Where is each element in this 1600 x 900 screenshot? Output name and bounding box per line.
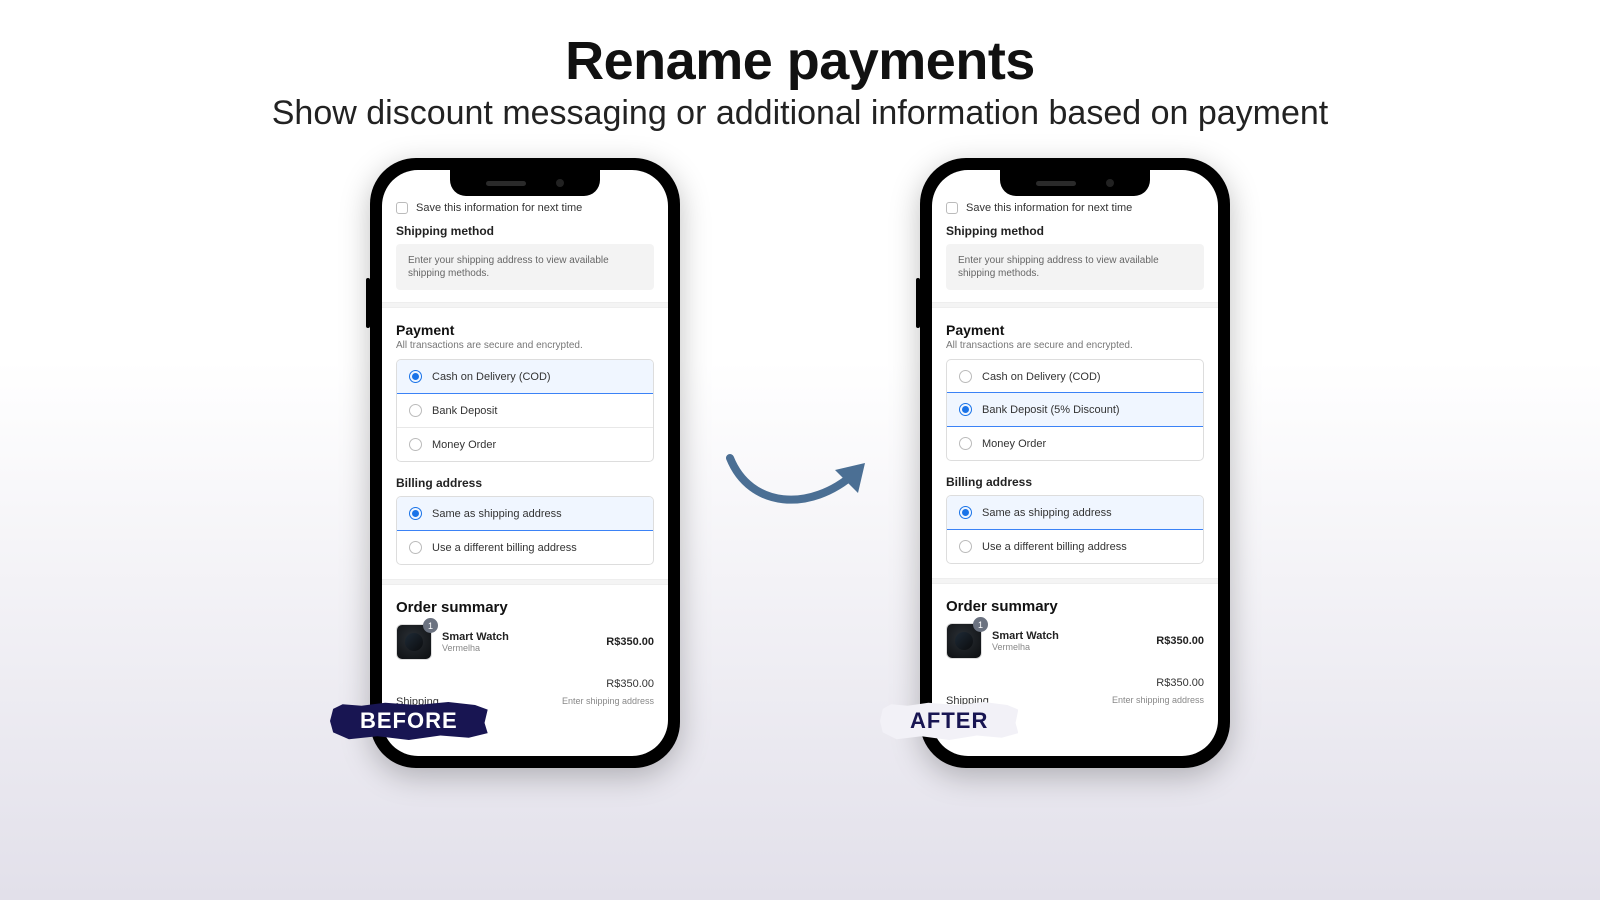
- screen-before: Save this information for next time Ship…: [382, 170, 668, 756]
- payment-option-bank[interactable]: Bank Deposit (5% Discount): [946, 392, 1204, 427]
- save-info-label: Save this information for next time: [966, 202, 1132, 214]
- shipping-method-title: Shipping method: [946, 224, 1204, 238]
- save-info-row[interactable]: Save this information for next time: [396, 202, 654, 214]
- subtitle: Show discount messaging or additional in…: [0, 94, 1600, 133]
- radio-icon: [409, 370, 422, 383]
- save-info-row[interactable]: Save this information for next time: [946, 202, 1204, 214]
- billing-same[interactable]: Same as shipping address: [396, 496, 654, 531]
- section-divider: [932, 578, 1218, 584]
- section-divider: [932, 302, 1218, 308]
- section-divider: [382, 579, 668, 585]
- payment-option-money[interactable]: Money Order: [947, 426, 1203, 460]
- subtotal-value: R$350.00: [1156, 677, 1204, 689]
- billing-options: Same as shipping address Use a different…: [946, 495, 1204, 564]
- shipping-hint: Enter shipping address: [562, 696, 654, 708]
- shipping-method-hint: Enter your shipping address to view avai…: [946, 244, 1204, 290]
- payment-option-cod[interactable]: Cash on Delivery (COD): [947, 360, 1203, 393]
- option-label: Same as shipping address: [432, 508, 562, 520]
- subtotal-value: R$350.00: [606, 678, 654, 690]
- order-summary-title: Order summary: [396, 599, 654, 616]
- order-line-item: 1 Smart Watch Vermelha R$350.00: [946, 623, 1204, 659]
- payment-option-bank[interactable]: Bank Deposit: [397, 393, 653, 427]
- shipping-hint: Enter shipping address: [1112, 695, 1204, 707]
- option-label: Use a different billing address: [432, 542, 577, 554]
- save-info-label: Save this information for next time: [416, 202, 582, 214]
- after-tag: AFTER: [880, 702, 1018, 740]
- payment-title: Payment: [396, 322, 654, 338]
- option-label: Money Order: [432, 439, 496, 451]
- product-name: Smart Watch: [442, 631, 596, 643]
- product-variant: Vermelha: [992, 642, 1146, 652]
- payment-option-money[interactable]: Money Order: [397, 427, 653, 461]
- checkbox-icon[interactable]: [946, 202, 958, 214]
- product-thumbnail: 1: [946, 623, 982, 659]
- billing-diff[interactable]: Use a different billing address: [397, 530, 653, 564]
- product-name: Smart Watch: [992, 630, 1146, 642]
- before-tag: BEFORE: [330, 702, 488, 740]
- billing-options: Same as shipping address Use a different…: [396, 496, 654, 565]
- payment-options-after: Cash on Delivery (COD) Bank Deposit (5% …: [946, 359, 1204, 461]
- phone-notch: [1000, 170, 1150, 196]
- order-line-item: 1 Smart Watch Vermelha R$350.00: [396, 624, 654, 660]
- radio-icon: [959, 370, 972, 383]
- screen-after: Save this information for next time Ship…: [932, 170, 1218, 756]
- option-label: Bank Deposit (5% Discount): [982, 404, 1120, 416]
- product-variant: Vermelha: [442, 643, 596, 653]
- radio-icon: [959, 437, 972, 450]
- option-label: Cash on Delivery (COD): [982, 371, 1101, 383]
- payment-subtitle: All transactions are secure and encrypte…: [946, 340, 1204, 351]
- radio-icon: [409, 404, 422, 417]
- option-label: Cash on Delivery (COD): [432, 371, 551, 383]
- payment-options-before: Cash on Delivery (COD) Bank Deposit Mone…: [396, 359, 654, 462]
- radio-icon: [409, 507, 422, 520]
- radio-icon: [959, 540, 972, 553]
- option-label: Use a different billing address: [982, 541, 1127, 553]
- phone-notch: [450, 170, 600, 196]
- option-label: Money Order: [982, 438, 1046, 450]
- payment-subtitle: All transactions are secure and encrypte…: [396, 340, 654, 351]
- radio-icon: [409, 541, 422, 554]
- product-price: R$350.00: [606, 636, 654, 648]
- arrow-icon: [720, 448, 880, 518]
- subtotal-row: R$350.00: [396, 678, 654, 690]
- qty-badge: 1: [423, 618, 438, 633]
- billing-same[interactable]: Same as shipping address: [946, 495, 1204, 530]
- billing-title: Billing address: [396, 476, 654, 490]
- payment-option-cod[interactable]: Cash on Delivery (COD): [396, 359, 654, 394]
- checkbox-icon[interactable]: [396, 202, 408, 214]
- billing-diff[interactable]: Use a different billing address: [947, 529, 1203, 563]
- shipping-method-hint: Enter your shipping address to view avai…: [396, 244, 654, 290]
- phone-after: Save this information for next time Ship…: [920, 158, 1230, 768]
- radio-icon: [409, 438, 422, 451]
- product-price: R$350.00: [1156, 635, 1204, 647]
- qty-badge: 1: [973, 617, 988, 632]
- billing-title: Billing address: [946, 475, 1204, 489]
- payment-title: Payment: [946, 322, 1204, 338]
- subtotal-row: R$350.00: [946, 677, 1204, 689]
- radio-icon: [959, 403, 972, 416]
- radio-icon: [959, 506, 972, 519]
- option-label: Bank Deposit: [432, 405, 497, 417]
- comparison-stage: Save this information for next time Ship…: [0, 158, 1600, 768]
- section-divider: [382, 302, 668, 308]
- order-summary-title: Order summary: [946, 598, 1204, 615]
- phone-before: Save this information for next time Ship…: [370, 158, 680, 768]
- title: Rename payments: [0, 30, 1600, 92]
- shipping-method-title: Shipping method: [396, 224, 654, 238]
- option-label: Same as shipping address: [982, 507, 1112, 519]
- page-heading: Rename payments Show discount messaging …: [0, 0, 1600, 133]
- product-thumbnail: 1: [396, 624, 432, 660]
